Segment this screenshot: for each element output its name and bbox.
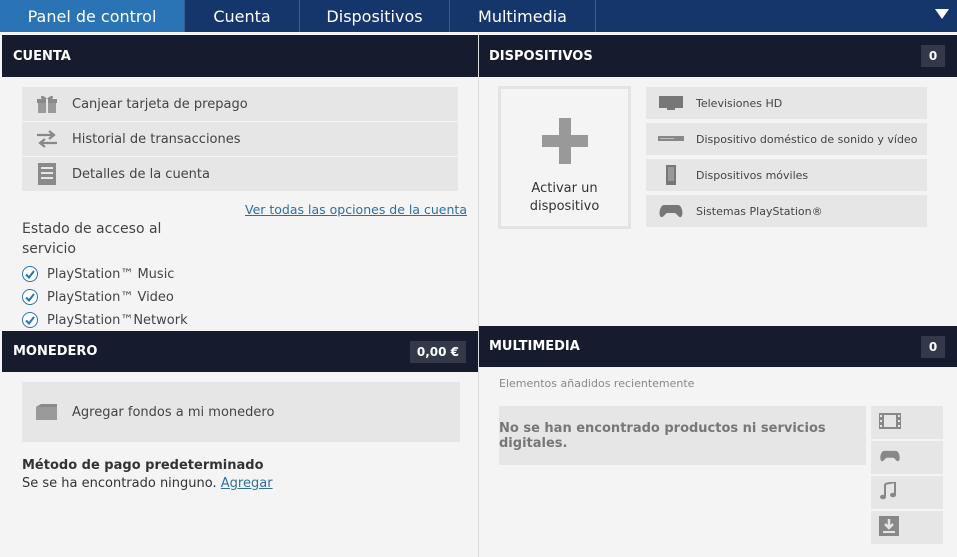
default-payment-title: Método de pago predeterminado <box>22 458 264 473</box>
service-status-video: PlayStation™ Video <box>22 289 174 305</box>
download-icon <box>879 515 899 540</box>
filter-music-button[interactable] <box>871 476 943 509</box>
wallet-icon <box>22 403 72 421</box>
tab-multimedia[interactable]: Multimedia <box>450 0 596 32</box>
mobile-icon <box>646 164 696 186</box>
service-status-music: PlayStation™ Music <box>22 266 174 282</box>
column-divider <box>478 32 479 557</box>
wallet-balance-badge: 0,00 € <box>409 341 466 363</box>
check-icon <box>22 312 38 328</box>
multimedia-header-title: MULTIMEDIA <box>489 339 580 354</box>
av-device-icon <box>646 135 696 143</box>
transaction-history-label: Historial de transacciones <box>72 131 241 147</box>
account-details-label: Detalles de la cuenta <box>72 166 210 182</box>
monedero-header: MONEDERO 0,00 € <box>2 331 478 372</box>
device-count-badge: 0 <box>921 45 945 67</box>
music-note-icon <box>879 480 897 504</box>
device-type-av[interactable]: Dispositivo doméstico de sonido y vídeo <box>646 123 927 155</box>
cuenta-header-title: CUENTA <box>13 48 71 64</box>
redeem-prepaid-card-label: Canjear tarjeta de prepago <box>72 96 248 112</box>
film-icon <box>879 412 901 433</box>
transaction-history-item[interactable]: Historial de transacciones <box>22 122 458 156</box>
activate-device-label: Activar un dispositivo <box>529 181 600 214</box>
transfer-arrows-icon <box>22 130 72 148</box>
device-type-mobile[interactable]: Dispositivos móviles <box>646 159 927 191</box>
activate-device-button[interactable]: Activar un dispositivo <box>498 86 631 229</box>
tab-panel-de-control[interactable]: Panel de control <box>0 0 185 32</box>
gift-icon <box>22 94 72 114</box>
service-status-network: PlayStation™Network <box>22 312 188 328</box>
device-type-hdtv[interactable]: Televisiones HD <box>646 87 927 119</box>
device-type-label: Televisiones HD <box>696 96 783 110</box>
chevron-down-icon[interactable] <box>935 9 949 19</box>
redeem-prepaid-card-item[interactable]: Canjear tarjeta de prepago <box>22 87 458 121</box>
service-name: PlayStation™ Video <box>47 289 174 305</box>
tv-icon <box>646 95 696 111</box>
filter-games-button[interactable] <box>871 441 943 474</box>
payment-none-text: Se se ha encontrado ninguno. <box>22 476 217 491</box>
filter-video-button[interactable] <box>871 406 943 439</box>
filter-downloads-button[interactable] <box>871 511 943 544</box>
document-icon <box>22 162 72 186</box>
monedero-header-title: MONEDERO <box>13 344 98 359</box>
gamepad-icon <box>879 448 901 467</box>
check-icon <box>22 266 38 282</box>
no-products-message: No se han encontrado productos ni servic… <box>499 406 866 465</box>
gamepad-icon <box>646 203 696 219</box>
tab-dispositivos[interactable]: Dispositivos <box>300 0 450 32</box>
all-account-options-link[interactable]: Ver todas las opciones de la cuenta <box>245 202 467 217</box>
tab-cuenta[interactable]: Cuenta <box>185 0 300 32</box>
add-funds-item[interactable]: Agregar fondos a mi monedero <box>22 382 460 442</box>
default-payment-status: Se se ha encontrado ninguno. Agregar <box>22 476 273 491</box>
dispositivos-header-title: DISPOSITIVOS <box>489 48 593 64</box>
device-type-label: Sistemas PlayStation® <box>696 204 823 218</box>
service-name: PlayStation™Network <box>47 312 188 328</box>
check-icon <box>22 289 38 305</box>
service-name: PlayStation™ Music <box>47 266 175 282</box>
service-access-status-title: Estado de acceso al servicio <box>22 221 162 257</box>
add-payment-link[interactable]: Agregar <box>221 476 273 491</box>
top-nav: Panel de control Cuenta Dispositivos Mul… <box>0 0 957 32</box>
dispositivos-header: DISPOSITIVOS 0 <box>479 35 957 77</box>
device-type-label: Dispositivo doméstico de sonido y vídeo <box>696 132 918 146</box>
device-type-playstation[interactable]: Sistemas PlayStation® <box>646 195 927 227</box>
plus-icon <box>541 118 588 168</box>
cuenta-header: CUENTA <box>2 35 478 77</box>
account-details-item[interactable]: Detalles de la cuenta <box>22 157 458 191</box>
recently-added-label: Elementos añadidos recientemente <box>499 377 695 390</box>
multimedia-header: MULTIMEDIA 0 <box>479 326 957 367</box>
add-funds-label: Agregar fondos a mi monedero <box>72 404 275 420</box>
device-type-label: Dispositivos móviles <box>696 168 809 182</box>
media-count-badge: 0 <box>921 336 945 358</box>
